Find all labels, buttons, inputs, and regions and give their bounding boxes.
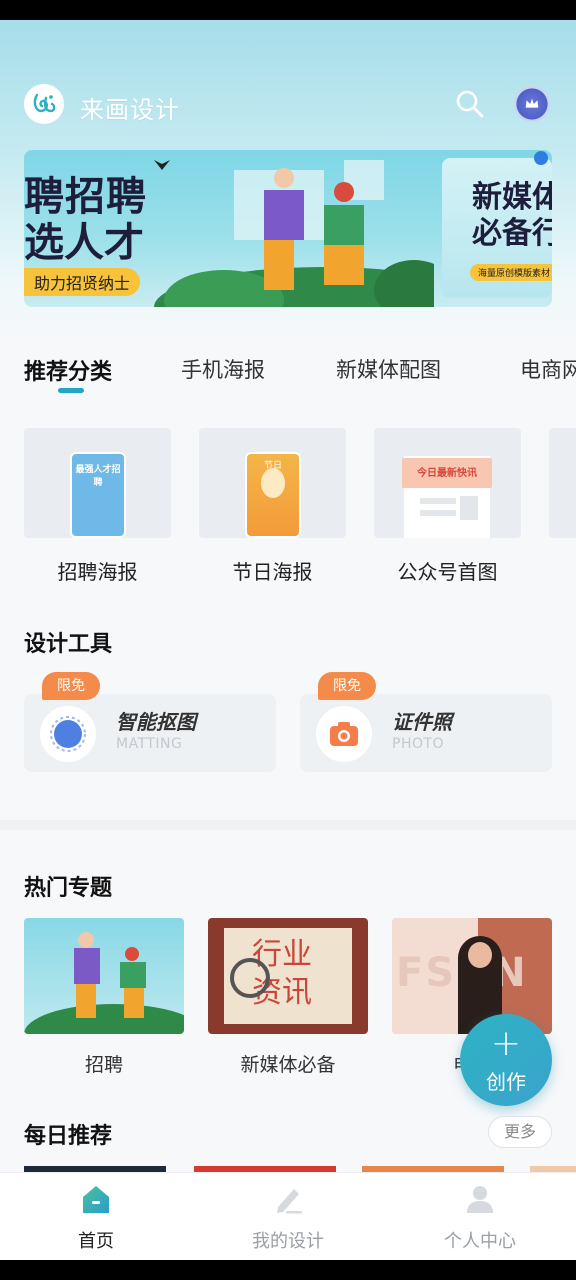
banner-next-headline: 新媒体 必备行 bbox=[472, 180, 552, 252]
home-icon bbox=[83, 1186, 109, 1213]
tools-section-title: 设计工具 bbox=[24, 632, 113, 657]
category-label: 节日海报 bbox=[232, 560, 313, 584]
category-thumb-text: 今日最新快讯 bbox=[417, 468, 477, 479]
tab-new-media[interactable]: 新媒体配图 bbox=[336, 354, 441, 384]
topic-card-new-media[interactable]: 行业 资讯 新媒体必备 bbox=[208, 918, 368, 1076]
tab-recommended[interactable]: 推荐分类 bbox=[24, 354, 112, 386]
more-button[interactable]: 更多 bbox=[488, 1116, 552, 1148]
banner-indicator-dot bbox=[534, 151, 548, 165]
tool-subtitle: PHOTO bbox=[392, 736, 445, 752]
crown-icon bbox=[525, 98, 539, 108]
category-card-official-account[interactable]: 今日最新快讯 公众号首图 bbox=[374, 428, 521, 584]
tool-subtitle: MATTING bbox=[116, 736, 183, 752]
category-thumb-text: 最强人才招聘 bbox=[75, 465, 121, 488]
category-thumb: 节日 bbox=[199, 428, 346, 538]
nav-home[interactable]: 首页 bbox=[0, 1173, 192, 1261]
daily-section-title: 每日推荐 bbox=[24, 1124, 113, 1149]
category-list: 最强人才招聘 招聘海报 节日 节日海报 今日最新快讯 公众号首图 bbox=[0, 428, 576, 598]
topic-image bbox=[24, 918, 184, 1034]
category-label: 公众号首图 bbox=[397, 560, 498, 584]
topic-label: 招聘 bbox=[84, 1054, 123, 1076]
nav-label: 我的设计 bbox=[252, 1231, 324, 1252]
banner-next-line-1: 新媒体 bbox=[472, 180, 552, 215]
app-bar: 来画设计 bbox=[0, 80, 576, 130]
nav-my-designs[interactable]: 我的设计 bbox=[192, 1173, 384, 1261]
status-bar bbox=[0, 0, 576, 20]
topic-card-ecommerce[interactable]: FSON 电商 bbox=[392, 918, 552, 1076]
category-tabs: 推荐分类 手机海报 新媒体配图 电商网 bbox=[0, 350, 576, 394]
topic-image: FSON bbox=[392, 918, 552, 1034]
tab-active-indicator bbox=[58, 388, 84, 393]
create-button[interactable]: + 创作 bbox=[460, 1014, 552, 1106]
tool-matting[interactable]: 限免 智能抠图 MATTING bbox=[24, 672, 276, 772]
tool-name: 证件照 bbox=[392, 710, 452, 734]
category-card-partial[interactable] bbox=[549, 428, 576, 538]
topic-label: 新媒体必备 bbox=[240, 1054, 336, 1076]
banner-next-tagline: 海量原创模版素材 bbox=[470, 264, 552, 281]
banner-slide-recruit[interactable]: 聘招聘 选人才 助力招贤纳士 bbox=[24, 150, 434, 307]
section-divider bbox=[0, 820, 576, 830]
banner-illustration bbox=[154, 160, 434, 307]
user-icon bbox=[467, 1186, 493, 1213]
matting-icon bbox=[40, 706, 96, 762]
tab-mobile-poster[interactable]: 手机海报 bbox=[181, 354, 265, 384]
topic-image: 行业 资讯 bbox=[208, 918, 368, 1034]
tab-ecommerce[interactable]: 电商网 bbox=[520, 354, 576, 384]
topics-section-title: 热门专题 bbox=[24, 876, 113, 901]
nav-label: 个人中心 bbox=[444, 1231, 516, 1252]
create-label: 创作 bbox=[486, 1070, 526, 1094]
free-badge: 限免 bbox=[318, 672, 376, 700]
category-thumb-text: 节日 bbox=[263, 461, 282, 471]
nav-label: 首页 bbox=[78, 1231, 114, 1252]
category-thumb: 最强人才招聘 bbox=[24, 428, 171, 538]
camera-icon bbox=[316, 706, 372, 762]
nav-profile[interactable]: 个人中心 bbox=[384, 1173, 576, 1261]
free-badge: 限免 bbox=[42, 672, 100, 700]
system-nav-bar bbox=[0, 1260, 576, 1280]
app-logo-icon bbox=[24, 84, 64, 124]
bottom-navigation: 首页 我的设计 个人中心 bbox=[0, 1172, 576, 1260]
app-title: 来画设计 bbox=[80, 96, 180, 124]
category-card-recruit[interactable]: 最强人才招聘 招聘海报 bbox=[24, 428, 171, 584]
category-thumb: 今日最新快讯 bbox=[374, 428, 521, 538]
search-icon[interactable] bbox=[454, 88, 486, 120]
category-card-festival[interactable]: 节日 节日海报 bbox=[199, 428, 346, 584]
tool-name: 智能抠图 bbox=[116, 710, 196, 734]
topic-card-recruit[interactable]: 招聘 bbox=[24, 918, 184, 1076]
banner-carousel[interactable]: 聘招聘 选人才 助力招贤纳士 新媒体 必备行 海量原创模版素材 bbox=[24, 150, 552, 307]
user-avatar[interactable] bbox=[514, 86, 550, 122]
category-label: 招聘海报 bbox=[57, 560, 138, 584]
tool-id-photo[interactable]: 限免 证件照 PHOTO bbox=[300, 672, 552, 772]
plus-icon: + bbox=[490, 1023, 522, 1064]
pencil-icon bbox=[277, 1189, 302, 1214]
category-thumb bbox=[549, 428, 576, 538]
banner-slide-newmedia[interactable]: 新媒体 必备行 海量原创模版素材 bbox=[442, 158, 552, 298]
banner-next-line-2: 必备行 bbox=[472, 216, 552, 251]
